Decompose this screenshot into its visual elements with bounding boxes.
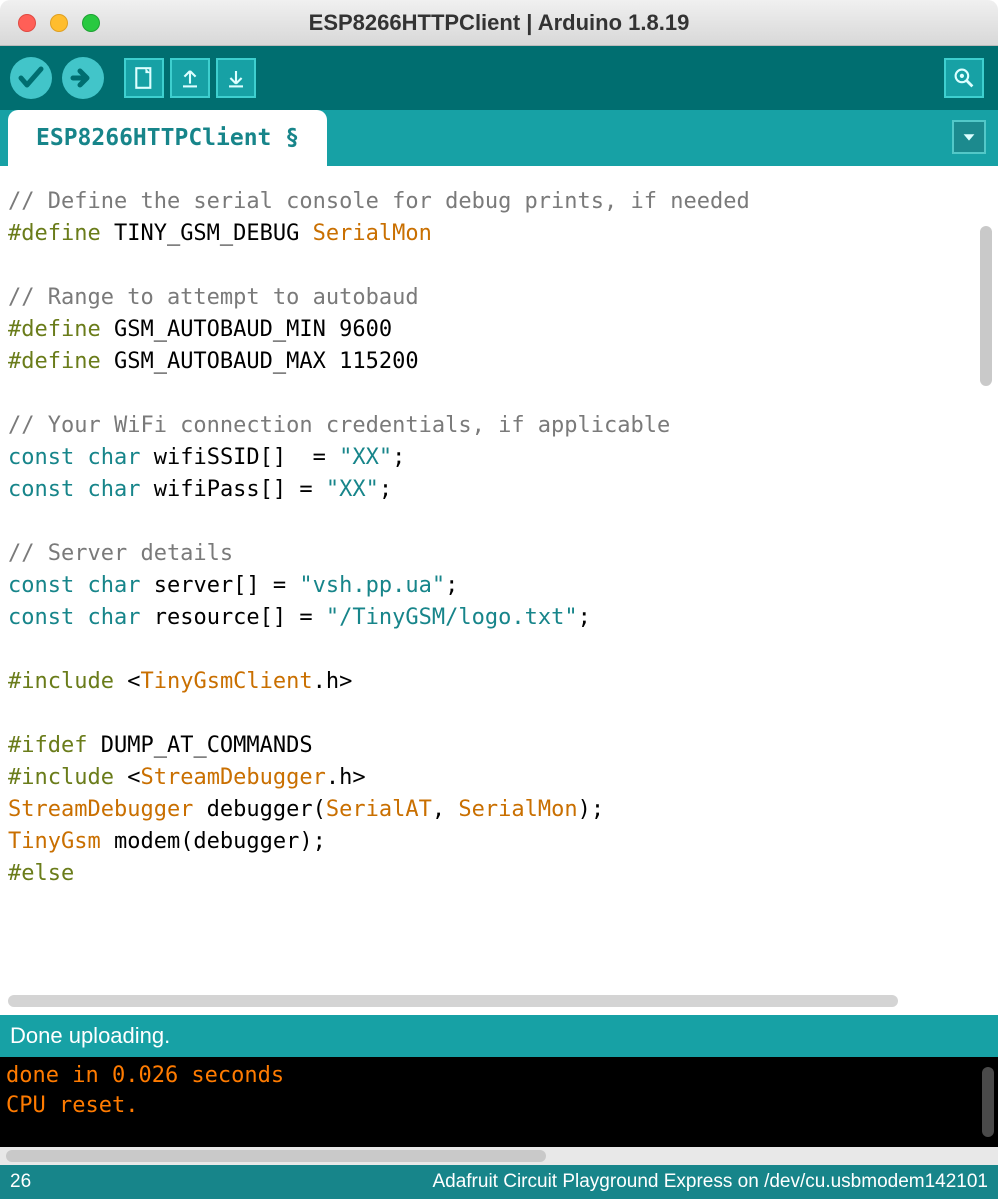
sketch-tab-label: ESP8266HTTPClient § (36, 125, 299, 151)
window-controls (18, 14, 100, 32)
close-icon[interactable] (18, 14, 36, 32)
save-button[interactable] (216, 58, 256, 98)
footer-bar: 26 Adafruit Circuit Playground Express o… (0, 1165, 998, 1199)
tab-bar: ESP8266HTTPClient § (0, 110, 998, 166)
tab-menu-button[interactable] (952, 120, 986, 154)
verify-button[interactable] (8, 55, 54, 101)
new-button[interactable] (124, 58, 164, 98)
board-port-label: Adafruit Circuit Playground Express on /… (432, 1171, 988, 1193)
minimize-icon[interactable] (50, 14, 68, 32)
console-line: done in 0.026 seconds (6, 1063, 284, 1088)
arduino-window: ESP8266HTTPClient | Arduino 1.8.19 (0, 0, 998, 1199)
status-bar: Done uploading. (0, 1015, 998, 1057)
console-area: done in 0.026 seconds CPU reset. (0, 1057, 998, 1147)
editor-area: // Define the serial console for debug p… (0, 166, 998, 1015)
serial-monitor-button[interactable] (944, 58, 984, 98)
editor-vertical-scrollbar[interactable] (980, 226, 992, 386)
status-message: Done uploading. (10, 1023, 170, 1049)
open-button[interactable] (170, 58, 210, 98)
line-number: 26 (10, 1171, 31, 1193)
window-title: ESP8266HTTPClient | Arduino 1.8.19 (0, 10, 998, 36)
console-output[interactable]: done in 0.026 seconds CPU reset. (0, 1057, 976, 1147)
toolbar (0, 46, 998, 110)
console-vertical-scrollbar[interactable] (982, 1067, 994, 1137)
console-horizontal-scrollbar-track (0, 1147, 998, 1165)
upload-button[interactable] (60, 55, 106, 101)
maximize-icon[interactable] (82, 14, 100, 32)
console-horizontal-scrollbar[interactable] (6, 1150, 546, 1162)
code-editor[interactable]: // Define the serial console for debug p… (8, 186, 970, 985)
editor-horizontal-scrollbar[interactable] (8, 995, 898, 1007)
titlebar: ESP8266HTTPClient | Arduino 1.8.19 (0, 0, 998, 46)
sketch-tab[interactable]: ESP8266HTTPClient § (8, 110, 327, 166)
console-line: CPU reset. (6, 1093, 138, 1118)
